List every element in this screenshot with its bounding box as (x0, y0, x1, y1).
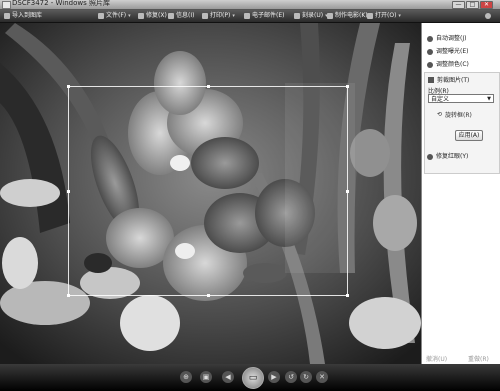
app-icon (2, 1, 11, 9)
exposure-icon (427, 49, 433, 55)
adjust-exposure-option[interactable]: 调整曝光(E) (427, 48, 468, 56)
open-icon (367, 13, 373, 19)
make-movie-button[interactable]: 制作电影(K) (327, 11, 368, 21)
open-menu[interactable]: 打开(O) ▾ (367, 11, 401, 21)
info-icon (168, 13, 174, 19)
fix-icon (138, 13, 144, 19)
previous-icon[interactable]: ◀ (222, 371, 234, 383)
crop-handle-right[interactable] (346, 190, 349, 193)
burn-menu[interactable]: 刻录(U)▾ (294, 11, 328, 21)
delete-icon[interactable]: ✕ (316, 371, 328, 383)
fix-panel: 自动调整(J) 调整曝光(E) 调整颜色(C) 剪裁图片(T) 比例(R) 自定… (421, 23, 500, 364)
next-icon[interactable]: ▶ (268, 371, 280, 383)
print-icon (202, 13, 208, 19)
crop-icon (428, 76, 434, 83)
import-button[interactable]: 导入到图库 (4, 11, 42, 21)
file-menu[interactable]: 文件(F) ▾ (98, 11, 131, 21)
title-bar: DSCF3472 - Windows 照片库 — □ ✕ (0, 0, 500, 10)
crop-handle-top-left[interactable] (67, 85, 70, 88)
crop-title[interactable]: 剪裁图片(T) (428, 75, 469, 84)
burn-icon (294, 13, 300, 19)
crop-handle-bottom-right[interactable] (346, 294, 349, 297)
rotate-icon: ⟲ (437, 111, 443, 118)
import-icon (4, 13, 10, 19)
crop-rectangle[interactable] (67, 85, 349, 297)
menu-bar: 导入到图库 文件(F) ▾ 修复(X) 信息(I) 打印(P) ▾ 电子邮件(E) … (0, 10, 500, 23)
close-button[interactable]: ✕ (480, 1, 493, 9)
movie-icon (327, 13, 333, 19)
ratio-select[interactable]: 自定义 ▼ (428, 94, 494, 103)
email-button[interactable]: 电子邮件(E) (244, 11, 284, 21)
chevron-down-icon: ▼ (487, 96, 491, 102)
rotate-frame-option[interactable]: ⟲ 旋转框(R) (437, 110, 472, 119)
info-button[interactable]: 信息(I) (168, 11, 194, 21)
crop-handle-bottom-left[interactable] (67, 294, 70, 297)
crop-handle-bottom[interactable] (207, 294, 210, 297)
apply-button[interactable]: 应用(A) (455, 130, 483, 141)
undo-button[interactable]: 撤消(U) (426, 354, 447, 363)
minimize-button[interactable]: — (452, 1, 465, 9)
color-icon (427, 62, 433, 68)
slideshow-button[interactable]: ▭ (242, 367, 264, 389)
window-title: DSCF3472 - Windows 照片库 (12, 0, 111, 7)
redo-button[interactable]: 重做(R) (468, 354, 489, 363)
zoom-icon[interactable]: ⊕ (180, 371, 192, 383)
rotate-left-icon[interactable]: ↺ (285, 371, 297, 383)
help-icon (485, 13, 491, 19)
email-icon (244, 13, 250, 19)
auto-adjust-option[interactable]: 自动调整(J) (427, 35, 466, 43)
help-button[interactable] (485, 11, 491, 21)
rotate-right-icon[interactable]: ↻ (300, 371, 312, 383)
actual-size-icon[interactable]: ▣ (200, 371, 212, 383)
file-icon (98, 13, 104, 19)
maximize-button[interactable]: □ (466, 1, 479, 9)
redeye-option[interactable]: 修复红眼(Y) (427, 153, 468, 161)
redeye-icon (427, 154, 433, 160)
fix-button[interactable]: 修复(X) (138, 11, 167, 21)
photo-viewer[interactable] (0, 23, 421, 364)
adjust-color-option[interactable]: 调整颜色(C) (427, 61, 469, 69)
crop-handle-top[interactable] (207, 85, 210, 88)
auto-adjust-icon (427, 36, 433, 42)
crop-handle-top-right[interactable] (346, 85, 349, 88)
print-menu[interactable]: 打印(P) ▾ (202, 11, 235, 21)
bottom-toolbar: ⊕ ▣ ◀ ▭ ▶ ↺ ↻ ✕ (0, 364, 500, 391)
crop-handle-left[interactable] (67, 190, 70, 193)
